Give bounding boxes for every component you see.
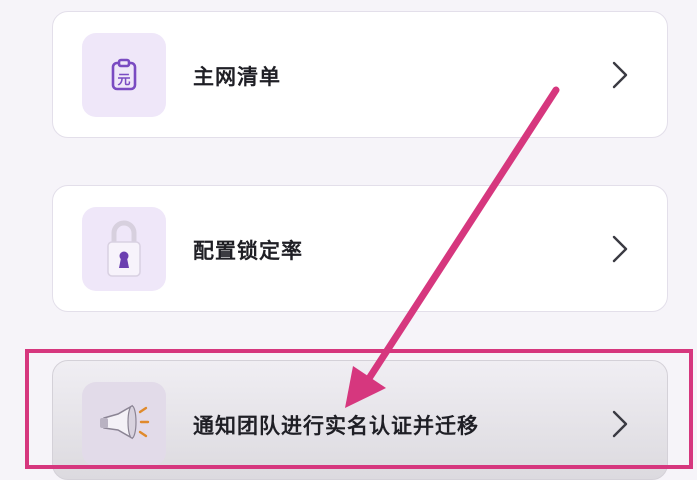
padlock-icon bbox=[107, 220, 141, 277]
menu-item-config-lock-rate[interactable]: 配置锁定率 bbox=[52, 185, 668, 312]
menu-item-label: 主网清单 bbox=[193, 65, 281, 89]
menu-item-label: 配置锁定率 bbox=[193, 239, 303, 263]
annotation-highlight-box bbox=[25, 349, 693, 469]
menu-item-mainnet-list[interactable]: 元 主网清单 bbox=[52, 11, 668, 138]
icon-tile bbox=[82, 207, 166, 291]
chevron-right-icon bbox=[612, 61, 628, 89]
receipt-yuan-icon: 元 bbox=[111, 58, 137, 91]
svg-text:元: 元 bbox=[117, 73, 130, 88]
chevron-right-icon bbox=[612, 235, 628, 263]
icon-tile: 元 bbox=[82, 33, 166, 117]
